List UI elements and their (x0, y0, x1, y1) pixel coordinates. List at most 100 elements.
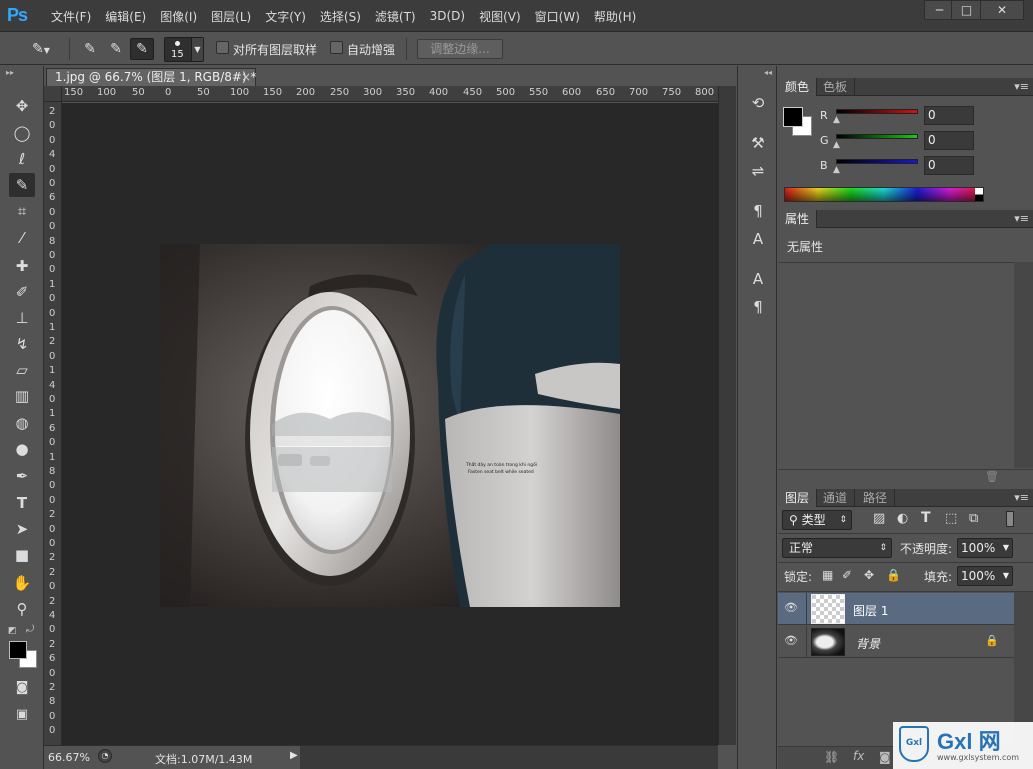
character-styles-icon[interactable]: ¶ (746, 200, 770, 222)
ruler-origin[interactable] (44, 86, 62, 102)
link-layers-icon[interactable]: ⛓ (824, 750, 839, 764)
collapse-toolbox-icon[interactable]: ▸▸ (6, 68, 14, 77)
refine-edge-button[interactable]: 调整边缘... (417, 39, 503, 59)
lock-transparent-pixels-icon[interactable]: ▦ (822, 568, 833, 582)
menu-edit[interactable]: 编辑(E) (98, 8, 153, 25)
document-tab[interactable]: 1.jpg @ 66.7% (图层 1, RGB/8#) * × (46, 68, 256, 86)
move-tool-icon[interactable]: ✥ (9, 94, 35, 118)
chevron-down-icon[interactable]: ▼ (1003, 539, 1009, 557)
crop-tool-icon[interactable]: ⌗ (9, 199, 35, 223)
new-selection-button[interactable]: ✎ (78, 38, 102, 60)
menu-filter[interactable]: 滤镜(T) (368, 8, 423, 25)
rectangle-tool-icon[interactable]: ■ (9, 543, 35, 567)
collapse-panels-icon[interactable]: ◂◂ (764, 68, 772, 77)
layer-filter-kind-select[interactable]: ⚲ 类型 ⇕ (782, 510, 852, 530)
tab-properties[interactable]: 属性 (778, 210, 818, 228)
menu-select[interactable]: 选择(S) (313, 8, 368, 25)
default-colors-icon[interactable]: ◩ (8, 626, 17, 636)
green-slider[interactable] (836, 134, 918, 139)
foreground-color-swatch[interactable] (9, 641, 27, 659)
blue-value[interactable]: 0 (924, 156, 974, 175)
path-selection-tool-icon[interactable]: ➤ (9, 517, 35, 541)
hand-tool-icon[interactable]: ✋ (9, 571, 35, 595)
close-document-icon[interactable]: × (241, 69, 251, 86)
healing-brush-tool-icon[interactable]: ✚ (9, 254, 35, 278)
menu-file[interactable]: 文件(F) (44, 8, 98, 25)
menu-view[interactable]: 视图(V) (472, 8, 528, 25)
vertical-ruler[interactable]: 2 0 0 4 0 0 6 0 0 8 0 0 1 0 0 1 2 0 1 4 0 1 6 0 1 8 0 0 2 0 0 2 2 0 2 4 0 2 6 0… (44, 102, 62, 745)
layer-row-layer1[interactable]: 👁 图层 1 (778, 593, 1014, 625)
fill-field[interactable]: 100% ▼ (957, 566, 1013, 586)
brush-tool-icon[interactable]: ✐ (9, 280, 35, 304)
subtract-from-selection-button[interactable]: ✎ (130, 38, 154, 60)
slider-thumb-icon[interactable]: ▲ (833, 140, 840, 150)
green-value[interactable]: 0 (924, 131, 974, 150)
maximize-button[interactable]: □ (951, 0, 982, 20)
quick-selection-tool-icon[interactable]: ✎ (9, 173, 35, 197)
red-value[interactable]: 0 (924, 106, 974, 125)
filter-adjustment-layers-icon[interactable]: ◐ (897, 511, 908, 526)
slider-thumb-icon[interactable]: ▲ (833, 115, 840, 125)
menu-help[interactable]: 帮助(H) (587, 8, 643, 25)
close-button[interactable]: ✕ (980, 0, 1024, 20)
menu-window[interactable]: 窗口(W) (528, 8, 587, 25)
color-spectrum-ramp[interactable] (784, 187, 984, 202)
layer-name[interactable]: 图层 1 (853, 602, 888, 619)
dodge-tool-icon[interactable]: ● (9, 437, 35, 461)
menu-layer[interactable]: 图层(L) (204, 8, 258, 25)
panel-menu-icon[interactable]: ▾≡ (1014, 80, 1029, 93)
pen-tool-icon[interactable]: ✒ (9, 464, 35, 488)
lock-position-icon[interactable]: ✥ (864, 568, 874, 582)
paragraph-panel-icon[interactable]: ¶ (746, 296, 770, 318)
gradient-tool-icon[interactable]: ▥ (9, 384, 35, 408)
paragraph-styles-icon[interactable]: A (746, 228, 770, 250)
chevron-down-icon[interactable]: ▼ (1003, 567, 1009, 585)
eraser-tool-icon[interactable]: ▱ (9, 358, 35, 382)
menu-image[interactable]: 图像(I) (153, 8, 204, 25)
menu-3d[interactable]: 3D(D) (423, 9, 472, 23)
lock-all-icon[interactable]: 🔒 (886, 568, 901, 582)
vertical-scrollbar[interactable] (718, 86, 736, 745)
tab-layers[interactable]: 图层 (778, 489, 818, 507)
swap-colors-icon[interactable]: ⤾ (26, 624, 34, 635)
blur-tool-icon[interactable]: ◍ (9, 411, 35, 435)
quick-mask-icon[interactable]: ◙ (9, 676, 35, 700)
eyedropper-tool-icon[interactable]: ⁄ (9, 226, 35, 250)
opacity-field[interactable]: 100% ▼ (957, 538, 1013, 558)
document-canvas-image[interactable]: Thắt dây an toàn trong khi ngồi Fasten s… (160, 244, 620, 607)
sample-all-layers-checkbox[interactable] (216, 41, 229, 54)
history-panel-icon[interactable]: ⟲ (746, 92, 770, 114)
status-info-icon[interactable]: ◔ (98, 749, 112, 763)
layer-row-background[interactable]: 👁 背景 🔒 (778, 626, 1014, 658)
tab-swatches[interactable]: 色板 (816, 78, 856, 96)
screen-mode-icon[interactable]: ▣ (9, 703, 35, 727)
tab-paths[interactable]: 路径 (856, 489, 896, 507)
slider-thumb-icon[interactable]: ▲ (833, 165, 840, 175)
tab-color[interactable]: 颜色 (778, 78, 818, 96)
eye-visibility-icon[interactable]: 👁 (784, 634, 798, 647)
eye-visibility-icon[interactable]: 👁 (784, 601, 798, 614)
character-panel-icon[interactable]: A (746, 268, 770, 290)
blend-mode-select[interactable]: 正常 ⇕ (782, 538, 892, 558)
chevron-down-icon[interactable]: ▼ (191, 38, 203, 61)
clone-stamp-tool-icon[interactable]: ⊥ (9, 306, 35, 330)
filter-toggle-switch[interactable] (1006, 511, 1014, 527)
type-tool-icon[interactable]: T (9, 491, 35, 515)
add-mask-icon[interactable]: ◙ (879, 750, 891, 764)
panel-menu-icon[interactable]: ▾≡ (1014, 491, 1029, 504)
auto-enhance-checkbox[interactable] (330, 41, 343, 54)
foreground-color-swatch[interactable] (783, 107, 803, 127)
panel-menu-icon[interactable]: ▾≡ (1014, 212, 1029, 225)
filter-type-layers-icon[interactable]: T (921, 510, 931, 526)
tab-channels[interactable]: 通道 (816, 489, 856, 507)
marquee-tool-icon[interactable]: ◯ (9, 121, 35, 145)
status-menu-arrow-icon[interactable]: ▶ (290, 750, 298, 761)
blue-slider[interactable] (836, 159, 918, 164)
adjustments-icon[interactable]: ⇌ (746, 160, 770, 182)
red-slider[interactable] (836, 109, 918, 114)
lock-image-pixels-icon[interactable]: ✐ (842, 568, 852, 582)
properties-scrollbar[interactable] (1014, 262, 1033, 468)
filter-smart-objects-icon[interactable]: ⧉ (969, 511, 978, 526)
filter-shape-layers-icon[interactable]: ⬚ (945, 511, 957, 526)
zoom-tool-icon[interactable]: ⚲ (9, 597, 35, 621)
